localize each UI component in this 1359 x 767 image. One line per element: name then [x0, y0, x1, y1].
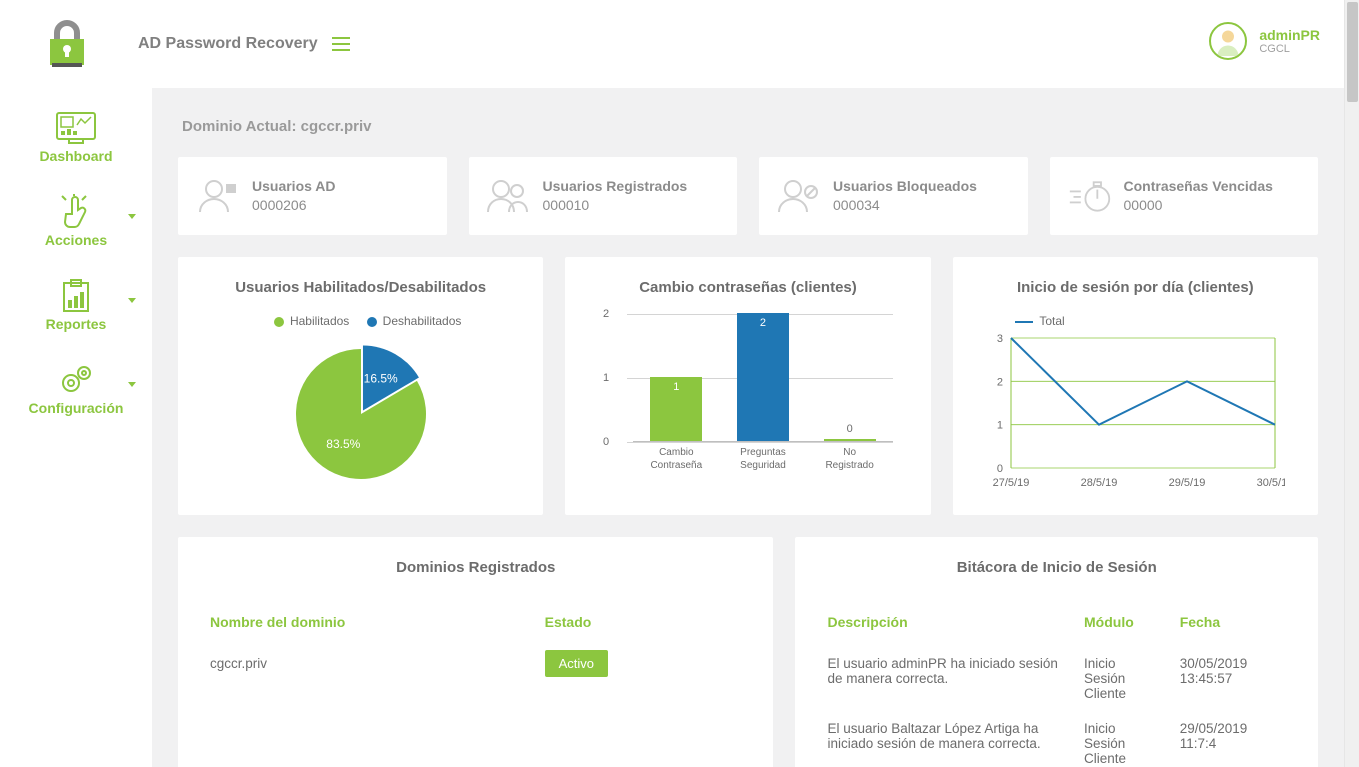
line-chart: 0 1 2 3 27/5/19 28/5/19 29/5/19 30/5/19 — [985, 332, 1285, 492]
pie-legend: Habilitados Deshabilitados — [196, 314, 525, 328]
log-module: Inicio Sesión Cliente — [1084, 721, 1180, 766]
stat-value: 000034 — [833, 196, 977, 215]
svg-text:16.5%: 16.5% — [363, 372, 397, 386]
stat-card-usuarios-ad: Usuarios AD 0000206 — [178, 157, 447, 235]
stat-value: 00000 — [1124, 196, 1273, 215]
stat-label: Contraseñas Vencidas — [1124, 177, 1273, 196]
svg-text:29/5/19: 29/5/19 — [1169, 477, 1206, 489]
col-fecha: Fecha — [1180, 614, 1286, 630]
col-estado: Estado — [545, 614, 742, 630]
hand-pointer-icon — [0, 192, 152, 232]
user-menu[interactable]: adminPR CGCL — [1209, 22, 1320, 60]
stat-value: 000010 — [543, 196, 688, 215]
stats-row: Usuarios AD 0000206 Usuarios Registrados… — [178, 157, 1318, 235]
card-dominios-registrados: Dominios Registrados Nombre del dominio … — [178, 537, 773, 767]
svg-text:3: 3 — [997, 333, 1003, 345]
svg-text:0: 0 — [997, 463, 1003, 475]
line-legend: Total — [985, 314, 1285, 328]
stat-label: Usuarios Registrados — [543, 177, 688, 196]
chevron-down-icon — [128, 382, 136, 387]
col-descripcion: Descripción — [827, 614, 1084, 630]
table-row: cgccr.priv Activo — [196, 646, 755, 681]
sidebar-item-reportes[interactable]: Reportes — [0, 266, 152, 350]
svg-text:2: 2 — [997, 376, 1003, 388]
user-org: CGCL — [1259, 43, 1320, 55]
menu-toggle-icon[interactable] — [332, 37, 350, 51]
sidebar-item-label: Configuración — [29, 400, 124, 416]
sidebar-item-label: Dashboard — [39, 148, 112, 164]
stopwatch-icon — [1068, 174, 1112, 218]
stat-card-contrasenas-vencidas: Contraseñas Vencidas 00000 — [1050, 157, 1319, 235]
user-blocked-icon — [777, 174, 821, 218]
log-module: Inicio Sesión Cliente — [1084, 656, 1180, 701]
sidebar-item-label: Reportes — [46, 316, 107, 332]
user-icon — [196, 174, 240, 218]
legend-disabled: Deshabilitados — [383, 314, 462, 328]
log-desc: El usuario adminPR ha iniciado sesión de… — [827, 656, 1084, 686]
bar-chart: 012120Cambio ContraseñaPreguntas Segurid… — [603, 314, 893, 464]
card-title: Dominios Registrados — [196, 559, 755, 576]
domain-name: cgccr.priv — [210, 656, 545, 671]
page-scrollbar[interactable] — [1344, 0, 1359, 767]
svg-text:30/5/19: 30/5/19 — [1257, 477, 1285, 489]
sidebar-item-acciones[interactable]: Acciones — [0, 182, 152, 266]
chart-card-usuarios-habilitados: Usuarios Habilitados/Desabilitados Habil… — [178, 257, 543, 515]
log-date: 30/05/2019 13:45:57 — [1180, 656, 1286, 686]
chart-title: Usuarios Habilitados/Desabilitados — [196, 279, 525, 296]
users-icon — [487, 174, 531, 218]
current-domain-label: Dominio Actual: cgccr.priv — [178, 88, 1318, 157]
stat-card-usuarios-registrados: Usuarios Registrados 000010 — [469, 157, 738, 235]
stat-label: Usuarios AD — [252, 177, 336, 196]
table-row: El usuario Baltazar López Artiga ha inic… — [813, 711, 1300, 767]
svg-text:27/5/19: 27/5/19 — [993, 477, 1030, 489]
log-date: 29/05/2019 11:7:4 — [1180, 721, 1286, 751]
app-logo-lock-icon — [46, 19, 88, 69]
pie-chart: 16.5% 83.5% — [276, 334, 446, 484]
chart-title: Inicio de sesión por día (clientes) — [971, 279, 1300, 296]
chevron-down-icon — [128, 214, 136, 219]
status-badge: Activo — [545, 650, 608, 677]
avatar — [1209, 22, 1247, 60]
sidebar-item-configuracion[interactable]: Configuración — [0, 350, 152, 434]
svg-text:28/5/19: 28/5/19 — [1081, 477, 1118, 489]
log-desc: El usuario Baltazar López Artiga ha inic… — [827, 721, 1084, 751]
chevron-down-icon — [128, 298, 136, 303]
stat-value: 0000206 — [252, 196, 336, 215]
sidebar-item-dashboard[interactable]: Dashboard — [0, 98, 152, 182]
gear-icon — [0, 360, 152, 400]
card-bitacora: Bitácora de Inicio de Sesión Descripción… — [795, 537, 1318, 767]
card-title: Bitácora de Inicio de Sesión — [813, 559, 1300, 576]
chart-card-inicio-sesion: Inicio de sesión por día (clientes) Tota… — [953, 257, 1318, 515]
report-icon — [0, 276, 152, 316]
stat-card-usuarios-bloqueados: Usuarios Bloqueados 000034 — [759, 157, 1028, 235]
col-modulo: Módulo — [1084, 614, 1180, 630]
main-content: Dominio Actual: cgccr.priv Usuarios AD 0… — [152, 88, 1344, 767]
legend-total: Total — [1039, 314, 1064, 328]
app-title: AD Password Recovery — [138, 35, 318, 53]
table-row: El usuario adminPR ha iniciado sesión de… — [813, 646, 1300, 711]
stat-label: Usuarios Bloqueados — [833, 177, 977, 196]
chart-title: Cambio contraseñas (clientes) — [583, 279, 912, 296]
svg-text:1: 1 — [997, 420, 1003, 432]
chart-card-cambio-contrasenas: Cambio contraseñas (clientes) 012120Camb… — [565, 257, 930, 515]
dashboard-icon — [0, 108, 152, 148]
svg-text:83.5%: 83.5% — [326, 437, 360, 451]
legend-enabled: Habilitados — [290, 314, 349, 328]
user-name: adminPR — [1259, 27, 1320, 43]
header: AD Password Recovery adminPR CGCL — [0, 0, 1344, 88]
col-nombre-dominio: Nombre del dominio — [210, 614, 545, 630]
sidebar-item-label: Acciones — [45, 232, 107, 248]
sidebar: Dashboard Acciones — [0, 88, 152, 434]
